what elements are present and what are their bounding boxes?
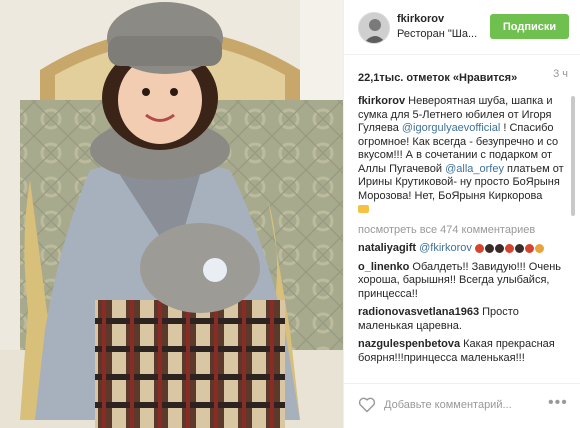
flower-emoji-icon	[514, 243, 524, 253]
avatar[interactable]	[358, 12, 390, 44]
caption-mention-2[interactable]: @alla_orfey	[445, 163, 504, 175]
comment-item: radionovasvetlana1963 Просто маленькая ц…	[358, 306, 566, 333]
avatar-image	[359, 13, 389, 43]
rose-emoji-icon	[524, 243, 534, 253]
heart-icon[interactable]	[358, 397, 376, 413]
comment-username[interactable]: o_linenko	[358, 261, 409, 273]
hand-emoji-icon	[534, 243, 544, 253]
post-side-panel: fkirkorov Ресторан "Ша... Подписки 22,1т…	[343, 0, 580, 428]
caption-mention-1[interactable]: @igorgulyaevofficial	[402, 122, 500, 134]
post-username[interactable]: fkirkorov	[397, 13, 444, 25]
flower-emoji-icon	[494, 243, 504, 253]
caption: fkirkorov Невероятная шуба, шапка и сумк…	[358, 95, 566, 217]
photo-illustration	[0, 0, 343, 428]
comment-mention[interactable]: @fkirkorov	[419, 242, 472, 254]
follow-button[interactable]: Подписки	[490, 14, 569, 39]
comment-username[interactable]: nataliyagift	[358, 242, 416, 254]
rose-emoji-icon	[474, 243, 484, 253]
comment-item: nazgulespenbetova Какая прекрасная боярн…	[358, 338, 566, 365]
comment-input[interactable]	[384, 396, 534, 414]
likes-row: 22,1тыс. отметок «Нравится» 3 ч	[358, 68, 568, 84]
likes-count[interactable]: 22,1тыс. отметок «Нравится»	[358, 72, 517, 84]
comment-username[interactable]: radionovasvetlana1963	[358, 306, 479, 318]
more-options-icon[interactable]: •••	[548, 395, 568, 414]
post-location[interactable]: Ресторан "Ша...	[397, 28, 479, 40]
comment-username[interactable]: nazgulespenbetova	[358, 338, 460, 350]
scrollbar-thumb[interactable]	[571, 96, 575, 216]
comment-item: o_linenko Обалдеть!! Завидую!!! Очень хо…	[358, 261, 566, 302]
smile-emoji-icon	[358, 205, 369, 214]
flower-emoji-icon	[484, 243, 494, 253]
comment-footer: •••	[344, 383, 580, 428]
rose-emoji-icon	[504, 243, 514, 253]
post-age[interactable]: 3 ч	[553, 68, 568, 80]
post-photo[interactable]	[0, 0, 343, 428]
caption-username[interactable]: fkirkorov	[358, 95, 405, 107]
view-all-comments-link[interactable]: посмотреть все 474 комментариев	[358, 224, 566, 238]
comment-item: nataliyagift @fkirkorov	[358, 242, 566, 256]
comments-scrollbar[interactable]	[570, 96, 576, 351]
post-header: fkirkorov Ресторан "Ша... Подписки	[344, 0, 580, 55]
comments-list: fkirkorov Невероятная шуба, шапка и сумк…	[358, 95, 566, 365]
